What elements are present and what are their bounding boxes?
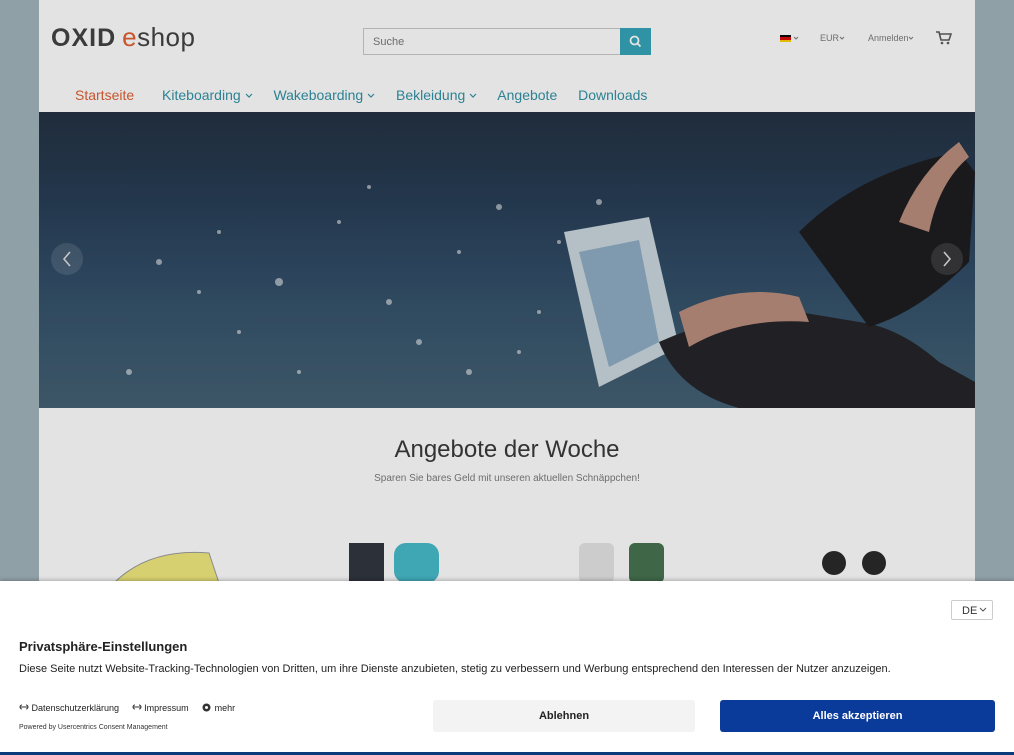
privacy-link[interactable]: Datenschutzerklärung [19, 703, 119, 713]
consent-title: Privatsphäre-Einstellungen [19, 639, 188, 654]
consent-text: Diese Seite nutzt Website-Tracking-Techn… [19, 663, 891, 675]
gear-icon [202, 703, 211, 712]
consent-backdrop [0, 0, 1014, 581]
chevron-down-icon [979, 607, 987, 612]
consent-banner: DE Privatsphäre-Einstellungen Diese Seit… [0, 581, 1014, 752]
consent-links: Datenschutzerklärung Impressum mehr [19, 702, 245, 713]
link-icon [19, 704, 29, 710]
imprint-link[interactable]: Impressum [132, 703, 189, 713]
powered-by-text: Powered by Usercentrics Consent Manageme… [19, 724, 168, 731]
accept-all-button[interactable]: Alles akzeptieren [720, 700, 995, 732]
link-icon [132, 704, 142, 710]
deny-button[interactable]: Ablehnen [433, 700, 695, 732]
language-select[interactable]: DE [951, 600, 993, 620]
more-link[interactable]: mehr [201, 703, 235, 713]
